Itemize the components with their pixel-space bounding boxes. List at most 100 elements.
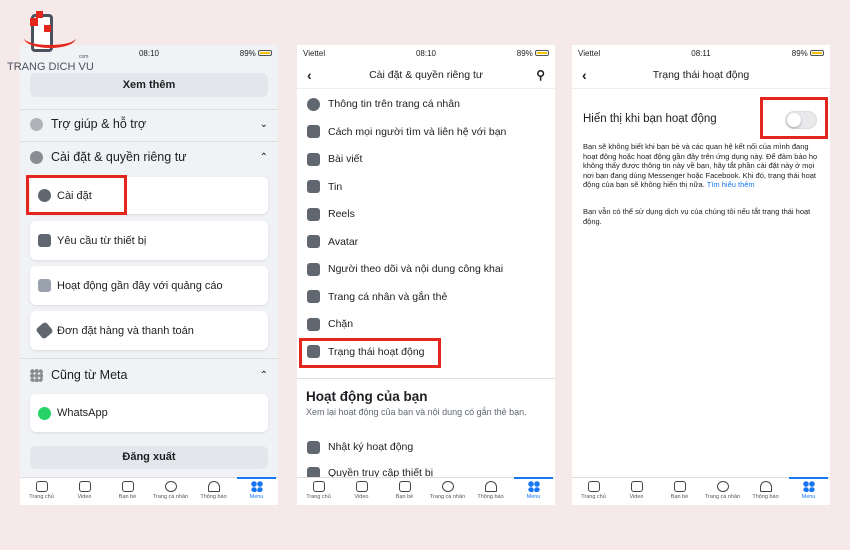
- chevron-up-icon: ⌃: [259, 151, 268, 163]
- settings-item[interactable]: Bài viết: [307, 152, 545, 166]
- home-icon: [587, 481, 600, 492]
- battery-icon: [810, 50, 824, 57]
- tab-friends[interactable]: Bạn bè: [658, 478, 701, 505]
- tab-menu[interactable]: Menu: [787, 477, 830, 505]
- menu-icon: [802, 481, 815, 492]
- tab-home[interactable]: Trang chủ: [297, 478, 340, 505]
- activity-description: Xem lại hoạt động của bạn và nội dung có…: [306, 407, 527, 417]
- home-icon: [35, 481, 48, 492]
- device-icon: [38, 234, 51, 247]
- card-label: Đơn đặt hàng và thanh toán: [57, 324, 194, 337]
- meta-section-label: Cũng từ Meta: [51, 368, 128, 382]
- learn-more-link[interactable]: Tìm hiểu thêm: [707, 180, 755, 189]
- friends-icon: [673, 481, 686, 492]
- menu-icon: [250, 481, 263, 492]
- settings-section[interactable]: Cài đặt & quyền riêng tư ⌃: [30, 148, 268, 166]
- search-icon[interactable]: ⚲: [536, 68, 545, 82]
- avatar-icon: [307, 235, 320, 248]
- tab-profile[interactable]: Trang cá nhân: [426, 478, 469, 505]
- settings-item[interactable]: Tin: [307, 180, 545, 194]
- card-whatsapp[interactable]: WhatsApp: [30, 394, 268, 432]
- gear-icon: [30, 150, 43, 164]
- menu-icon: [527, 481, 540, 492]
- tab-friends[interactable]: Bạn bè: [383, 478, 426, 505]
- tag-icon: [307, 290, 320, 303]
- tab-menu[interactable]: Menu: [235, 477, 278, 505]
- back-button[interactable]: ‹: [307, 67, 312, 83]
- block-icon: [307, 317, 320, 331]
- item-label: Chặn: [328, 318, 354, 330]
- tab-notifications[interactable]: Thông báo: [744, 478, 787, 505]
- story-icon: [307, 180, 320, 193]
- settings-item[interactable]: Reels: [307, 207, 545, 221]
- card-ad-activity[interactable]: Hoạt động gần đây với quảng cáo: [30, 266, 268, 305]
- bell-icon: [484, 481, 497, 492]
- bell-icon: [759, 481, 772, 492]
- profile-icon: [307, 97, 320, 111]
- list-icon: [307, 440, 320, 454]
- battery-icon: [258, 50, 272, 57]
- phone-settings-screen: Viettel 08:10 89% ‹ Cài đặt & quyền riên…: [297, 45, 555, 505]
- chevron-up-icon: ⌃: [259, 369, 268, 381]
- note: Bạn vẫn có thể sử dụng dịch vụ của chúng…: [583, 207, 811, 226]
- phone-active-status-screen: Viettel 08:11 89% ‹ Trạng thái hoạt động…: [572, 45, 830, 505]
- tab-profile[interactable]: Trang cá nhân: [701, 478, 744, 505]
- tab-friends[interactable]: Bạn bè: [106, 478, 149, 505]
- meta-section[interactable]: Cũng từ Meta ⌃: [30, 366, 268, 384]
- item-activity-log[interactable]: Nhật ký hoạt động: [307, 440, 545, 454]
- highlight-box: [299, 338, 441, 368]
- tab-video[interactable]: Video: [615, 478, 658, 505]
- tab-bar: Trang chủ Video Bạn bè Trang cá nhân Thô…: [20, 477, 278, 505]
- item-label: Trang cá nhân và gắn thẻ: [328, 290, 448, 303]
- page-title: Cài đặt & quyền riêng tư: [369, 68, 483, 81]
- tab-home[interactable]: Trang chủ: [20, 478, 63, 505]
- status-time: 08:10: [415, 48, 437, 58]
- grid-icon: [30, 368, 43, 382]
- item-label: Nhật ký hoạt động: [328, 441, 414, 453]
- chevron-down-icon: ⌄: [259, 118, 268, 130]
- tab-home[interactable]: Trang chủ: [572, 478, 615, 505]
- settings-item[interactable]: Chặn: [307, 317, 545, 331]
- logo: TRANG DICH VU com: [6, 6, 96, 76]
- activity-heading: Hoạt động của bạn: [306, 389, 428, 404]
- tab-video[interactable]: Video: [340, 478, 383, 505]
- settings-item[interactable]: Thông tin trên trang cá nhân: [307, 97, 545, 111]
- see-more-button[interactable]: Xem thêm: [30, 73, 268, 97]
- battery-icon: [535, 50, 549, 57]
- item-label: Avatar: [328, 235, 359, 248]
- settings-item[interactable]: Người theo dõi và nội dung công khai: [307, 262, 545, 276]
- status-bar: Viettel 08:10 89%: [297, 45, 555, 61]
- tab-notifications[interactable]: Thông báo: [192, 478, 235, 505]
- video-icon: [630, 481, 643, 492]
- image-icon: [38, 279, 51, 292]
- back-button[interactable]: ‹: [582, 67, 587, 83]
- tab-bar: Trang chủ Video Bạn bè Trang cá nhân Thô…: [297, 477, 555, 505]
- whatsapp-icon: [38, 406, 51, 420]
- friends-icon: [121, 481, 134, 492]
- home-icon: [312, 481, 325, 492]
- highlight-box: [760, 97, 828, 139]
- tab-video[interactable]: Video: [63, 478, 106, 505]
- tag-icon: [35, 321, 54, 340]
- settings-item[interactable]: Cách mọi người tìm và liên hệ với bạn: [307, 125, 545, 139]
- settings-item[interactable]: Avatar: [307, 235, 545, 249]
- item-label: Cách mọi người tìm và liên hệ với bạn: [328, 125, 507, 138]
- header: ‹ Cài đặt & quyền riêng tư ⚲: [297, 61, 555, 89]
- description: Bạn sẽ không biết khi bạn bè và các quan…: [583, 142, 822, 190]
- description-text: Bạn sẽ không biết khi bạn bè và các quan…: [583, 142, 818, 190]
- card-orders-payments[interactable]: Đơn đặt hàng và thanh toán: [30, 311, 268, 350]
- logo-suffix: com: [79, 54, 89, 60]
- tab-profile[interactable]: Trang cá nhân: [149, 478, 192, 505]
- settings-section-label: Cài đặt & quyền riêng tư: [51, 150, 187, 164]
- card-device-requests[interactable]: Yêu cầu từ thiết bị: [30, 221, 268, 260]
- help-section[interactable]: Trợ giúp & hỗ trợ ⌄: [30, 115, 268, 133]
- item-label: Reels: [328, 208, 355, 220]
- friends-icon: [398, 481, 411, 492]
- card-label: Hoạt động gần đây với quảng cáo: [57, 279, 223, 292]
- tab-menu[interactable]: Menu: [512, 477, 555, 505]
- tab-notifications[interactable]: Thông báo: [469, 478, 512, 505]
- item-label: Bài viết: [328, 153, 363, 165]
- profile-icon: [716, 481, 729, 492]
- logout-button[interactable]: Đăng xuất: [30, 446, 268, 469]
- settings-item[interactable]: Trang cá nhân và gắn thẻ: [307, 290, 545, 304]
